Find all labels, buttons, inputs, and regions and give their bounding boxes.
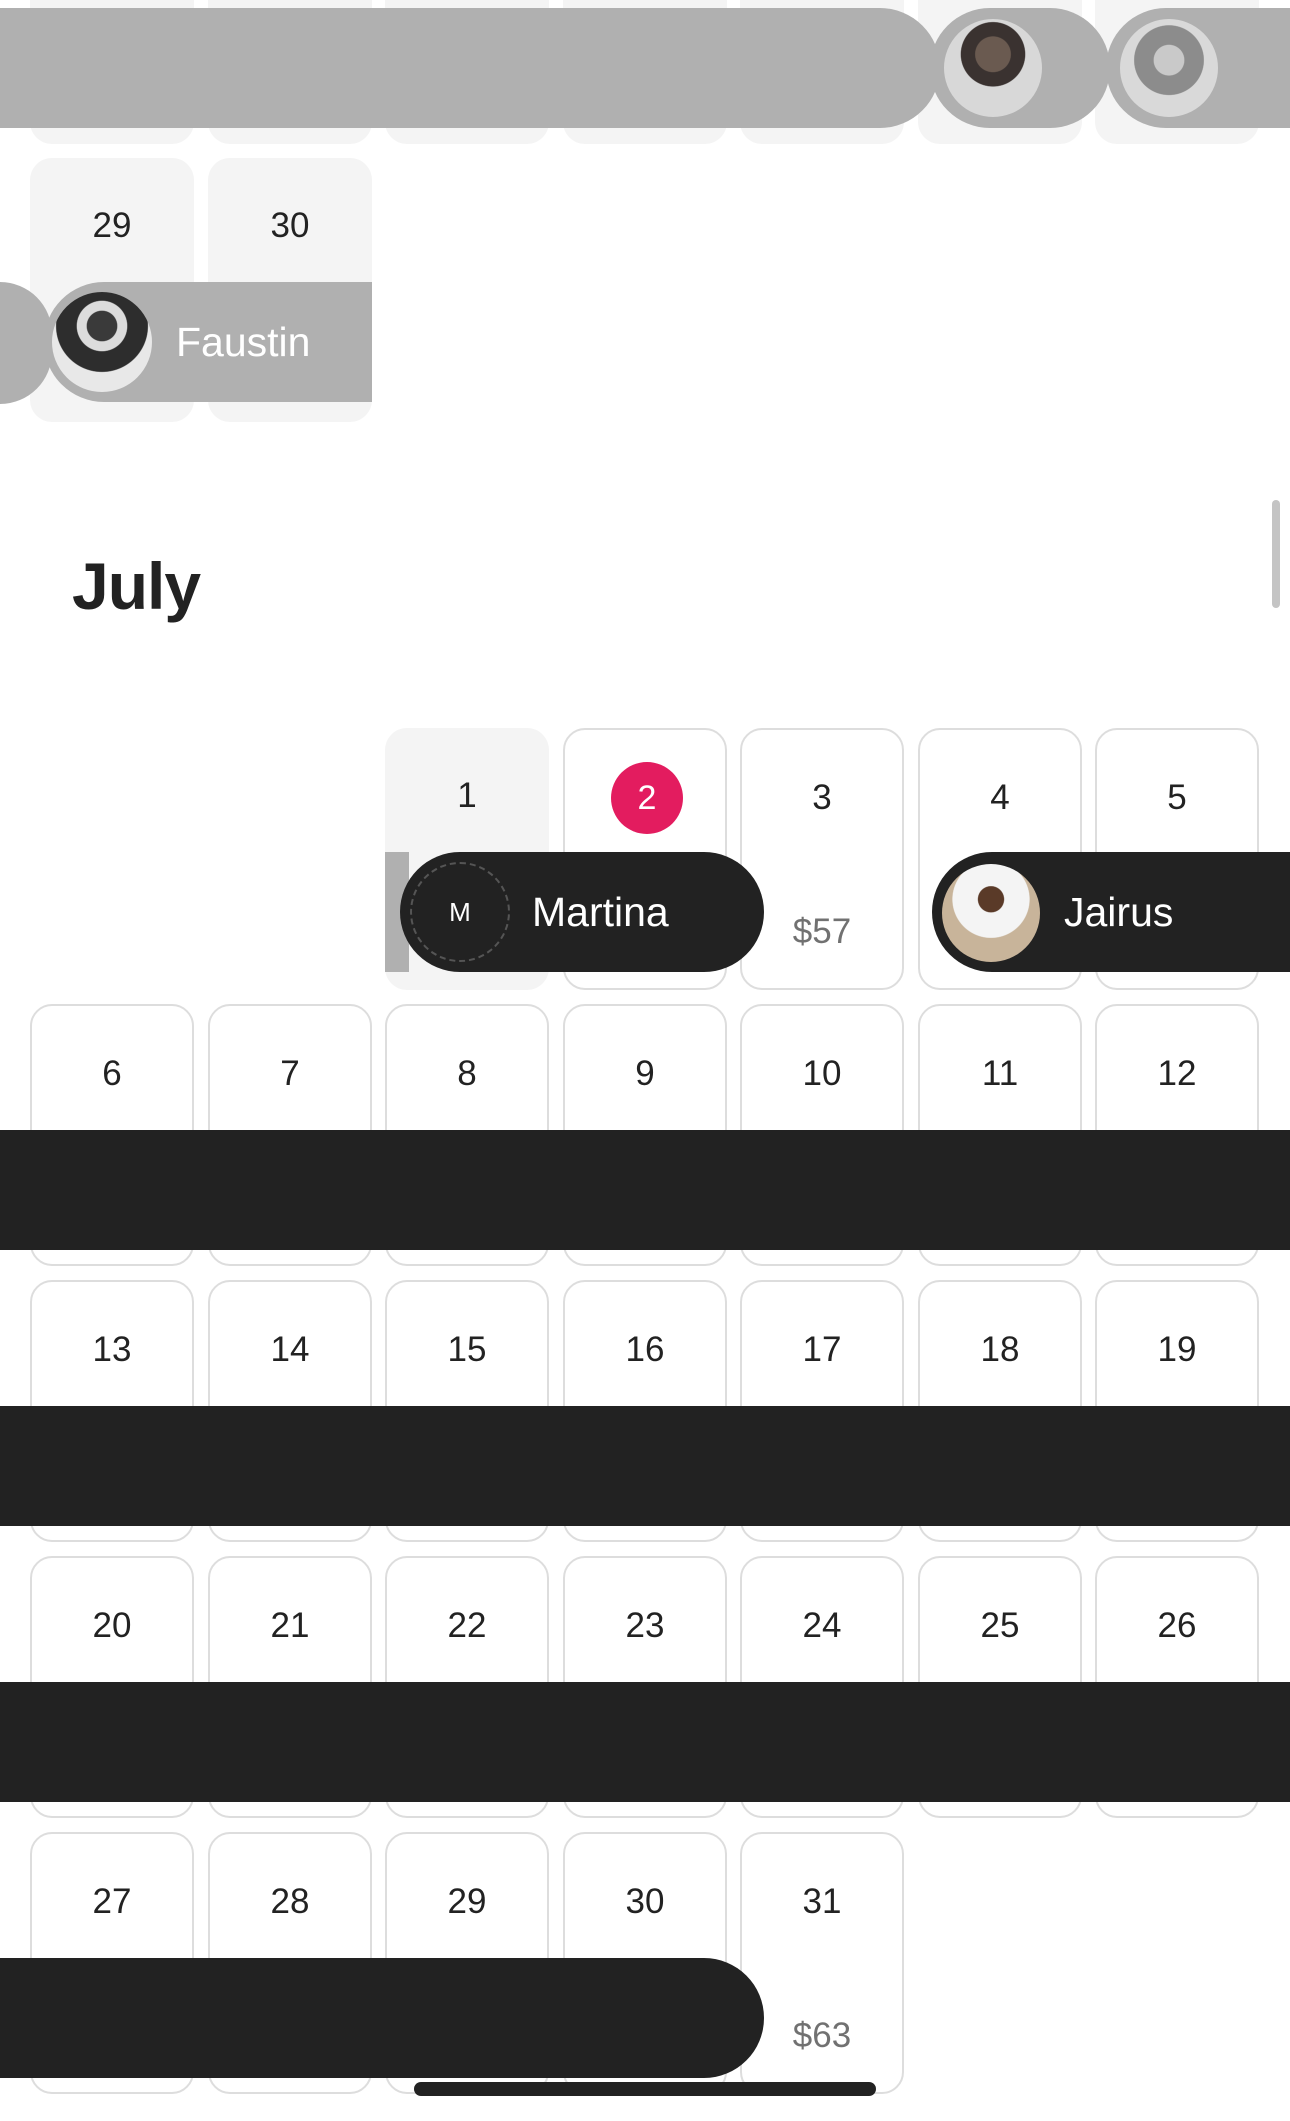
reservation-bar[interactable] xyxy=(0,1406,1290,1526)
reservation-bar[interactable] xyxy=(0,1958,764,2078)
day-number: 13 xyxy=(92,1330,132,1369)
day-number: 25 xyxy=(980,1606,1020,1645)
day-number: 4 xyxy=(990,778,1010,817)
day-number: 1 xyxy=(457,776,477,815)
day-number: 5 xyxy=(1167,778,1187,817)
guest-name: Martina xyxy=(532,889,669,935)
day-number: 30 xyxy=(270,206,310,245)
day-number: 6 xyxy=(102,1054,122,1093)
scrollbar[interactable] xyxy=(1272,500,1280,608)
nightly-price: $63 xyxy=(792,2016,852,2055)
day-number: 29 xyxy=(92,206,132,245)
guest-avatar xyxy=(48,288,156,396)
guest-avatar xyxy=(942,864,1040,962)
day-number: 9 xyxy=(635,1054,655,1093)
guest-avatar: M xyxy=(410,862,510,962)
day-number: 24 xyxy=(802,1606,842,1645)
day-number: 16 xyxy=(625,1330,665,1369)
nightly-price: $57 xyxy=(792,912,852,951)
day-cell-3[interactable]: 3 $57 xyxy=(740,728,904,990)
day-number: 18 xyxy=(980,1330,1020,1369)
day-number: 12 xyxy=(1157,1054,1197,1093)
day-number: 11 xyxy=(981,1054,1019,1093)
day-number: 8 xyxy=(457,1054,477,1093)
day-number: 3 xyxy=(812,778,832,817)
day-number: 27 xyxy=(92,1882,132,1921)
day-number: 20 xyxy=(92,1606,132,1645)
reservation-bar-jairus[interactable]: Jairus xyxy=(932,852,1290,972)
guest-name: Faustin xyxy=(176,319,311,365)
reservation-bar-faustin[interactable]: Faustin xyxy=(44,282,372,402)
day-number: 19 xyxy=(1157,1330,1197,1369)
day-number: 29 xyxy=(447,1882,487,1921)
day-number: 22 xyxy=(447,1606,487,1645)
reservation-bar[interactable] xyxy=(0,1130,1290,1250)
day-cell-31[interactable]: 31 $63 xyxy=(740,1832,904,2094)
guest-avatar[interactable] xyxy=(940,15,1046,121)
reservation-bar-martina[interactable]: M Martina xyxy=(400,852,764,972)
day-number: 26 xyxy=(1157,1606,1197,1645)
day-number: 15 xyxy=(447,1330,487,1369)
day-number: 21 xyxy=(270,1606,310,1645)
day-number: 31 xyxy=(802,1882,842,1921)
reservation-bar[interactable] xyxy=(0,1682,1290,1802)
day-number: 23 xyxy=(625,1606,665,1645)
today-badge: 2 xyxy=(611,762,683,834)
home-indicator[interactable] xyxy=(414,2082,876,2096)
day-number: 30 xyxy=(625,1882,665,1921)
day-number: 28 xyxy=(270,1882,310,1921)
day-number: 14 xyxy=(270,1330,310,1369)
month-title: July xyxy=(72,549,201,623)
day-number: 17 xyxy=(802,1330,842,1369)
guest-name: Jairus xyxy=(1064,889,1174,935)
day-number: 7 xyxy=(280,1054,300,1093)
guest-avatar[interactable] xyxy=(1116,15,1222,121)
day-number: 10 xyxy=(802,1054,842,1093)
past-reservation-bar[interactable] xyxy=(0,8,940,128)
